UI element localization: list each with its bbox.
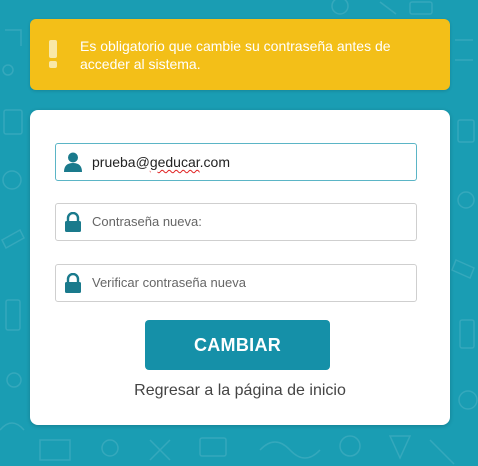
new-password-field[interactable]: Contraseña nueva: — [55, 203, 417, 241]
back-to-home-link[interactable]: Regresar a la página de inicio — [30, 382, 450, 400]
lock-icon — [65, 212, 81, 232]
new-password-placeholder: Contraseña nueva: — [92, 214, 202, 229]
change-password-card: prueba@geducar.com Contraseña nueva: Ver… — [30, 110, 450, 425]
password-change-alert: Es obligatorio que cambie su contraseña … — [30, 19, 450, 90]
lock-icon — [65, 273, 81, 293]
verify-password-placeholder: Verificar contraseña nueva — [92, 275, 246, 290]
email-field[interactable]: prueba@geducar.com — [55, 143, 417, 181]
alert-message: Es obligatorio que cambie su contraseña … — [80, 38, 391, 72]
user-icon — [64, 152, 82, 172]
exclamation-icon — [49, 40, 57, 68]
change-password-button[interactable]: CAMBIAR — [145, 320, 330, 370]
spellcheck-underlined-word: geducar — [149, 154, 200, 170]
email-value: prueba@geducar.com — [92, 154, 230, 170]
verify-password-field[interactable]: Verificar contraseña nueva — [55, 264, 417, 302]
